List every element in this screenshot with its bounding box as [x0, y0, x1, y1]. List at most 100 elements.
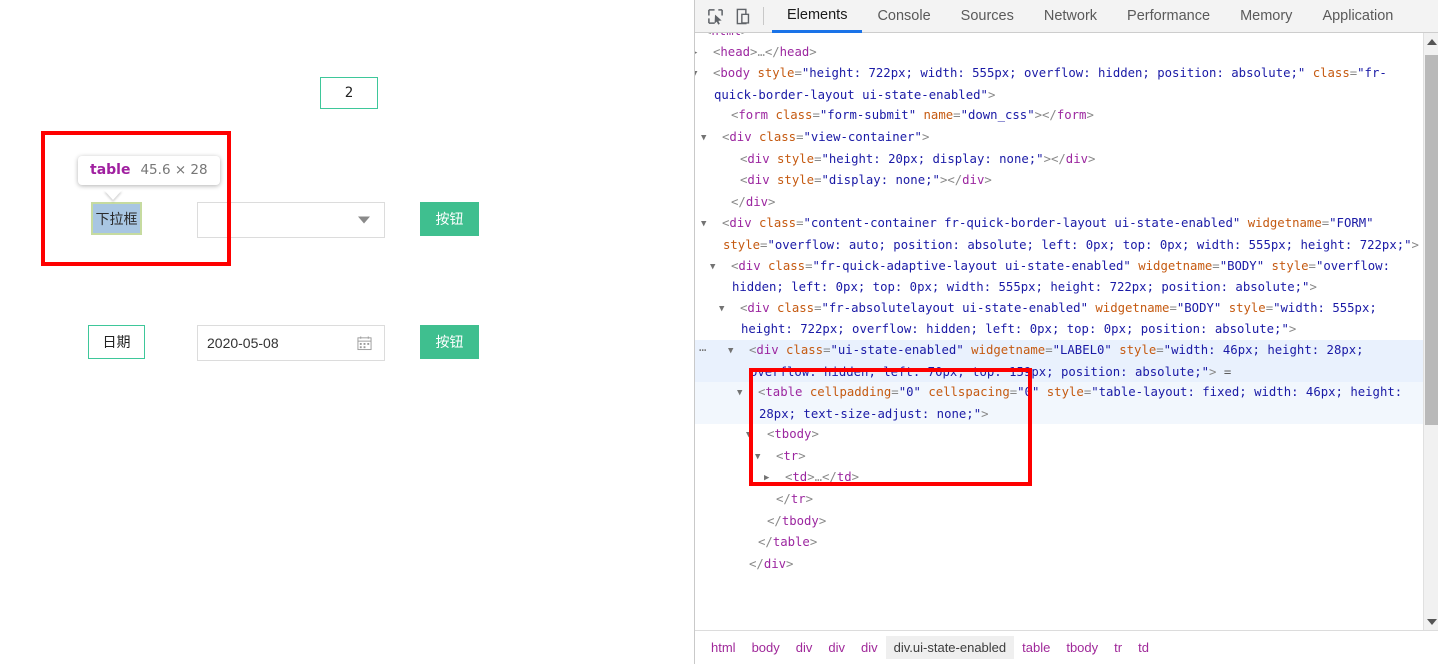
dom-tree-line[interactable]: <div style="height: 20px; display: none;… — [695, 149, 1438, 171]
tab-performance[interactable]: Performance — [1112, 0, 1225, 33]
dom-token-punc: = — [794, 66, 802, 81]
breadcrumb-item[interactable]: td — [1130, 636, 1157, 659]
date-input[interactable]: 2020-05-08 — [197, 325, 385, 361]
collapse-triangle-icon[interactable]: ▼ — [755, 447, 776, 468]
dom-token-ellip: … — [814, 470, 823, 485]
breadcrumb-item[interactable]: div — [820, 636, 853, 659]
tab-memory[interactable]: Memory — [1225, 0, 1307, 33]
number-box[interactable]: 2 — [320, 77, 378, 109]
breadcrumb-item[interactable]: tbody — [1058, 636, 1106, 659]
dom-tree-line[interactable]: </tbody> — [695, 511, 1438, 533]
collapse-triangle-icon[interactable]: ▼ — [737, 383, 758, 404]
dom-token-plain — [770, 152, 777, 166]
dom-tree-scrollbar[interactable] — [1423, 33, 1438, 630]
tab-application[interactable]: Application — [1307, 0, 1408, 33]
breadcrumb: html body div div div div.ui-state-enabled tab… — [695, 630, 1438, 664]
dom-tree-line[interactable]: </div> — [695, 554, 1438, 576]
dom-tree-line[interactable]: </div> — [695, 192, 1438, 214]
tab-console[interactable]: Console — [862, 0, 945, 33]
dom-token-plain — [1264, 259, 1271, 273]
collapse-triangle-icon[interactable]: ▼ — [710, 257, 731, 278]
dom-token-val: "fr-quick-adaptive-layout ui-state-enabl… — [812, 258, 1131, 273]
dom-line-text: ▼ <div class="fr-quick-adaptive-layout ui… — [695, 256, 1438, 298]
dom-token-plain — [1374, 216, 1381, 230]
collapse-triangle-icon[interactable]: ▼ — [695, 64, 713, 85]
dom-tree-line[interactable]: </tr> — [695, 489, 1438, 511]
dom-tree-line[interactable]: ▼ <div class="content-container fr-quick-… — [695, 213, 1438, 255]
dom-tree-line[interactable]: ▼ <table cellpadding="0" cellspacing="0" … — [695, 382, 1438, 425]
breadcrumb-item[interactable]: html — [703, 636, 744, 659]
expand-triangle-icon[interactable]: ▶ — [764, 468, 785, 489]
dom-token-ellip: … — [757, 44, 765, 59]
dom-token-plain — [752, 130, 759, 144]
collapse-triangle-icon[interactable]: ▼ — [701, 214, 722, 235]
tab-network[interactable]: Network — [1029, 0, 1112, 33]
dom-tree-line[interactable]: ▼<body style="height: 722px; width: 555p… — [695, 63, 1438, 105]
dropdown-submit-button[interactable]: 按钮 — [420, 202, 479, 236]
dom-token-attr: class — [777, 300, 815, 315]
dom-token-val: "overflow: auto; position: absolute; lef… — [767, 237, 1412, 252]
dom-token-punc: > — [809, 44, 817, 59]
scroll-down-arrow-icon[interactable] — [1424, 613, 1438, 630]
dom-tree[interactable]: <html>▶<head>…</head>▼<body style="heigh… — [695, 33, 1438, 630]
collapse-triangle-icon[interactable]: ▼ — [701, 128, 722, 149]
breadcrumb-item[interactable]: table — [1014, 636, 1058, 659]
dom-line-text: ▼ <table cellpadding="0" cellspacing="0" … — [695, 382, 1438, 424]
dom-token-val: "view-container" — [803, 129, 922, 144]
collapse-triangle-icon[interactable]: ▼ — [746, 425, 767, 446]
dom-token-punc: > — [741, 33, 748, 38]
dropdown-select[interactable] — [197, 202, 385, 238]
dom-token-punc: = — [891, 385, 899, 400]
inspect-tooltip-tag: table — [90, 162, 131, 178]
collapse-triangle-icon — [730, 150, 740, 171]
dom-token-tag: td — [836, 470, 852, 485]
dom-tree-line[interactable]: ▶<head>…</head> — [695, 42, 1438, 64]
dom-token-punc: </ — [767, 513, 782, 528]
screenshot-root: 2 下拉框 按钮 日期 2020-05-08 按钮 table 45.6 × 2… — [0, 0, 1438, 664]
expand-triangle-icon[interactable]: ▶ — [695, 43, 713, 64]
dom-tree-line[interactable]: </table> — [695, 532, 1438, 554]
device-toolbar-icon[interactable] — [729, 3, 757, 29]
dom-tree-line[interactable]: <form class="form-submit" name="down_css… — [695, 105, 1438, 127]
tab-sources[interactable]: Sources — [946, 0, 1029, 33]
devtools-toolbar: Elements Console Sources Network Perform… — [695, 0, 1438, 33]
breadcrumb-item[interactable]: div — [788, 636, 821, 659]
dom-tree-line[interactable]: <div style="display: none;"></div> — [695, 170, 1438, 192]
dom-token-punc: </ — [822, 470, 837, 485]
calendar-icon[interactable] — [357, 336, 372, 351]
tab-elements[interactable]: Elements — [772, 0, 863, 33]
dom-tree-line[interactable]: <html> — [695, 33, 1438, 42]
scrollbar-thumb[interactable] — [1425, 55, 1438, 425]
date-label[interactable]: 日期 — [88, 325, 145, 359]
dom-tree-line[interactable]: ▼ <div class="fr-absolutelayout ui-state-… — [695, 298, 1438, 340]
dom-token-val: "form-submit" — [819, 108, 917, 123]
dom-token-punc: > — [1411, 237, 1419, 252]
dom-token-punc: = — [1308, 258, 1316, 273]
dom-token-val: "0" — [1017, 385, 1040, 400]
dom-tree-line[interactable]: ⋯ ▼ <div class="ui-state-enabled" widgetna… — [695, 339, 1438, 383]
dom-token-punc: > — [809, 535, 818, 550]
breadcrumb-item[interactable]: tr — [1106, 636, 1130, 659]
devtools-panel: Elements Console Sources Network Perform… — [694, 0, 1438, 664]
dom-token-attr: widgetname — [1095, 300, 1170, 315]
collapse-triangle-icon[interactable]: ▼ — [728, 341, 749, 362]
breadcrumb-item[interactable]: div — [853, 636, 886, 659]
dom-token-val: "BODY" — [1176, 300, 1222, 315]
dom-line-text: ▼ <div class="ui-state-enabled" widgetnam… — [695, 340, 1438, 382]
dom-tree-line[interactable]: ▶ <td>…</td> — [695, 467, 1438, 489]
dom-tree-line[interactable]: ▼ <div class="view-container"> — [695, 127, 1438, 149]
dom-tree-line[interactable]: ▼ <tr> — [695, 446, 1438, 468]
date-submit-button[interactable]: 按钮 — [420, 325, 479, 359]
scroll-up-arrow-icon[interactable] — [1424, 33, 1438, 50]
dom-token-attr: widgetname — [971, 342, 1046, 357]
collapse-triangle-icon — [721, 106, 731, 127]
inspect-element-icon[interactable] — [701, 3, 729, 29]
dom-tree-line[interactable]: ▼ <div class="fr-quick-adaptive-layout ui… — [695, 256, 1438, 298]
breadcrumb-item[interactable]: div.ui-state-enabled — [885, 636, 1015, 659]
collapse-triangle-icon — [730, 171, 740, 192]
collapse-triangle-icon — [739, 555, 749, 576]
breadcrumb-item[interactable]: body — [744, 636, 788, 659]
dropdown-label[interactable]: 下拉框 — [91, 202, 142, 235]
collapse-triangle-icon[interactable]: ▼ — [719, 299, 740, 320]
dom-tree-line[interactable]: ▼ <tbody> — [695, 424, 1438, 446]
